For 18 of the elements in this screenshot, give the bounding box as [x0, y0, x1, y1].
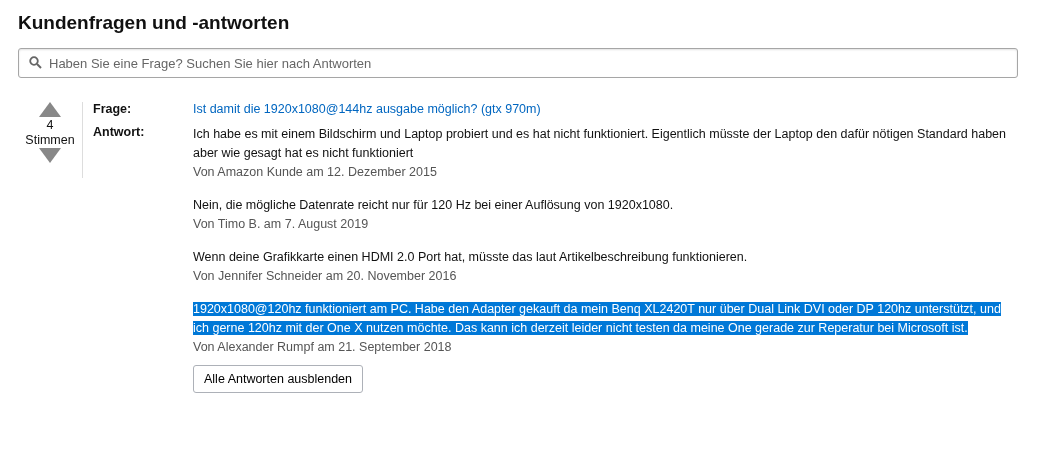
answer-byline: Von Amazon Kunde am 12. Dezember 2015	[193, 164, 438, 181]
search-field[interactable]: Haben Sie eine Frage? Suchen Sie hier nach Antworten	[18, 48, 1018, 78]
answer-text: Nein, die mögliche Datenrate reicht nur für 120 Hz bei einer Auflösung von 1920x1080.	[193, 197, 675, 214]
collapse-answers-button[interactable]: Alle Antworten ausblenden	[193, 365, 364, 393]
answer-byline: Von Jennifer Schneider am 20. November 2016	[193, 268, 458, 285]
section-heading: Kundenfragen und -antworten	[18, 12, 291, 34]
question-label: Frage:	[93, 102, 133, 116]
vote-count: 4	[46, 118, 54, 132]
answer-byline: Von Alexander Rumpf am 21. September 2018	[193, 339, 453, 356]
vote-label: Stimmen	[25, 133, 75, 147]
answer-text: 1920x1080@120hz funktioniert am PC. Habe den Adapter gekauft da mein Benq XL2420T nur über Dual Link DVI oder DP 120hz unterstützt, und ich gerne 120hz mit der One X nutzen möchte. Das kann ich derzeit leider nicht testen da meine One gerade zur Reperatur bei Microsoft ist.	[193, 301, 1002, 337]
answer-byline: Von Timo B. am 7. August 2019	[193, 216, 370, 233]
answer-text: Wenn deine Grafikkarte einen HDMI 2.0 Port hat, müsste das laut Artikelbeschreibung funktionieren.	[193, 249, 749, 266]
downvote-icon[interactable]	[39, 148, 61, 163]
upvote-icon[interactable]	[39, 102, 61, 117]
answer-text: Ich habe es mit einem Bildschirm und Laptop probiert und es hat nicht funktioniert. Eigentlich müsste der Laptop den dafür nötigen Standard haben aber wie gesagt hat es nicht funktioniert	[193, 126, 1007, 162]
question-link[interactable]: Ist damit die 1920x1080@144hz ausgabe möglich? (gtx 970m)	[193, 102, 541, 116]
answer-label: Antwort:	[93, 125, 146, 141]
